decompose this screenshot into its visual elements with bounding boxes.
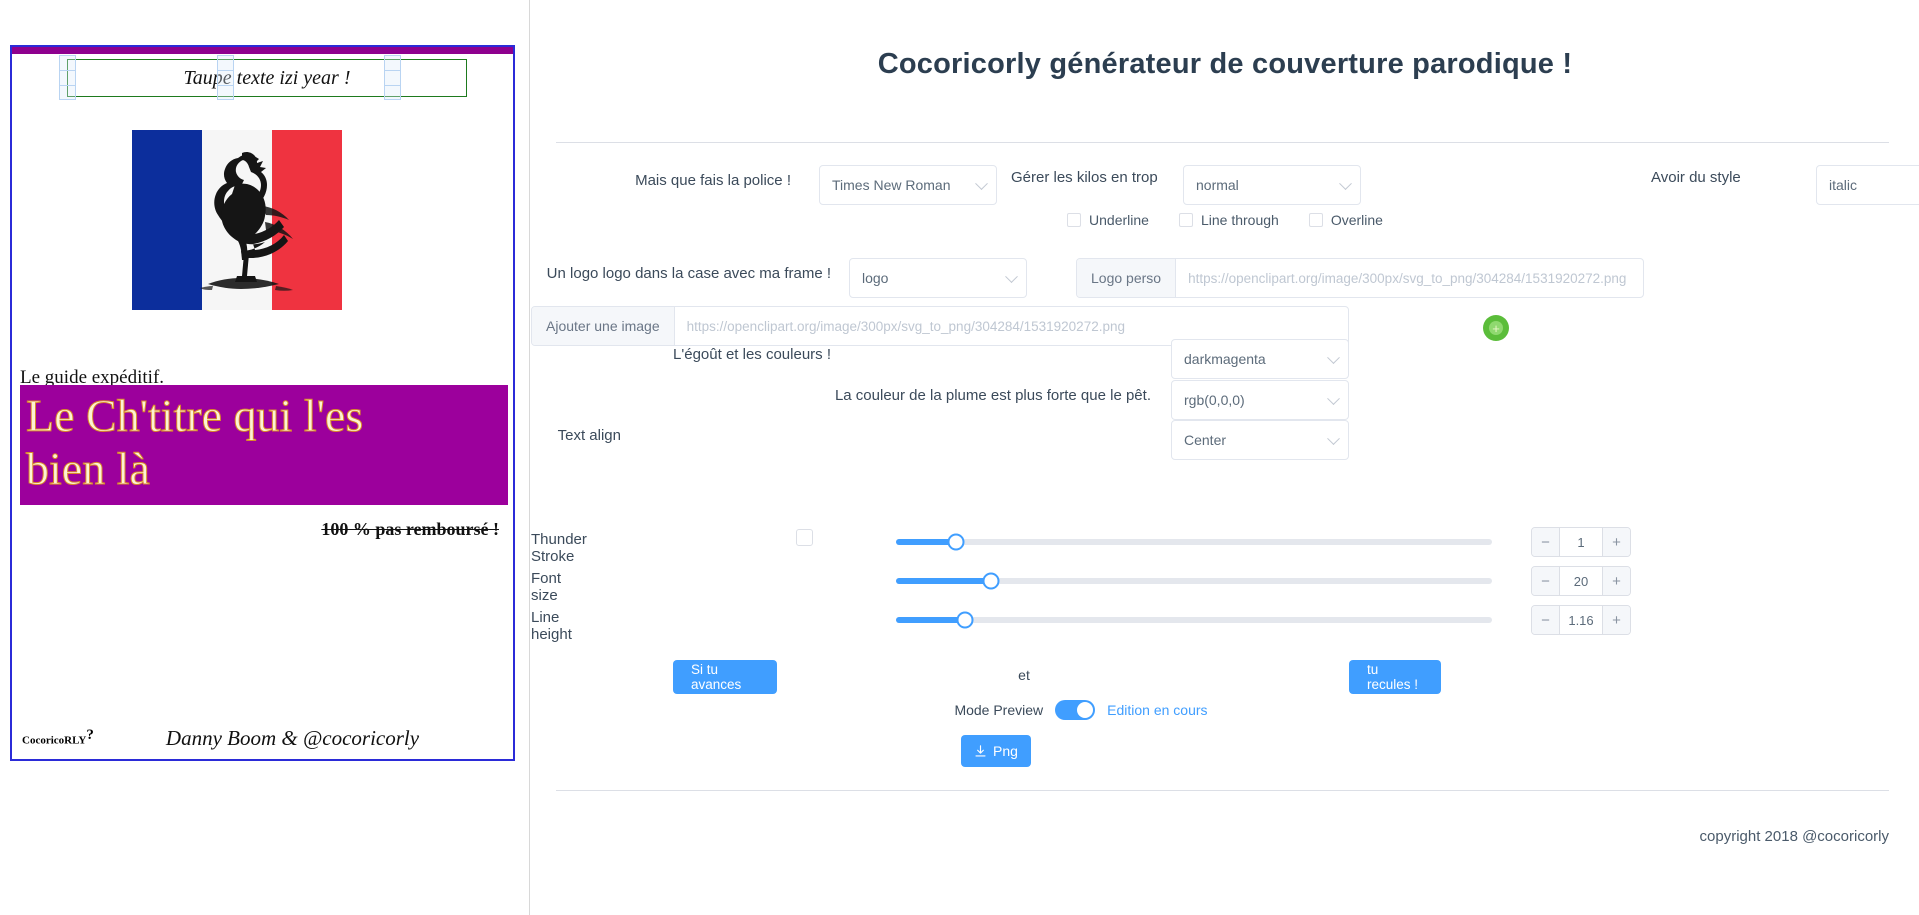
resize-handle-center[interactable] <box>217 55 234 100</box>
cover-author[interactable]: Danny Boom & @cocoricorly <box>12 726 513 751</box>
plus-icon[interactable]: + <box>1602 567 1630 595</box>
checkbox-overline[interactable]: Overline <box>1308 212 1383 228</box>
slider-knob[interactable] <box>956 611 974 629</box>
cover-preview-panel: Taupe texte izi year ! Le guide expéditi… <box>0 0 530 915</box>
chevron-down-icon <box>1327 432 1340 446</box>
line-height-value[interactable]: 1.16 <box>1560 606 1602 634</box>
slider-fill <box>896 617 966 623</box>
text-decoration-group: Underline Line through Overline <box>531 212 1919 228</box>
checkbox-box[interactable] <box>1067 213 1082 227</box>
text-align-label: Text align <box>557 427 621 444</box>
chevron-down-icon <box>1339 177 1352 191</box>
chevron-down-icon <box>1005 270 1018 284</box>
font-style-label: Avoir du style <box>1651 169 1741 186</box>
app-root: Taupe texte izi year ! Le guide expéditi… <box>0 0 1919 915</box>
headline-selection-box[interactable]: Taupe texte izi year ! <box>67 59 467 97</box>
font-size-value[interactable]: 20 <box>1560 567 1602 595</box>
slider-knob[interactable] <box>982 572 1000 590</box>
font-weight-select[interactable]: normal <box>1183 165 1361 205</box>
minus-icon[interactable]: − <box>1532 606 1560 634</box>
toggle-knob <box>1077 702 1094 718</box>
page-title: Cocoricorly générateur de couverture par… <box>877 48 1573 80</box>
resize-handle-left[interactable] <box>59 55 76 100</box>
preview-mode-label: Mode Preview <box>954 702 1044 718</box>
plus-icon[interactable]: + <box>1602 528 1630 556</box>
text-align-value: Center <box>1184 432 1227 448</box>
slider-fill <box>896 578 992 584</box>
download-png-button[interactable]: Png <box>961 735 1031 767</box>
checkbox-line-through[interactable]: Line through <box>1178 212 1279 228</box>
logo-perso-addon: Logo perso <box>1077 259 1177 297</box>
cover-card[interactable]: Taupe texte izi year ! Le guide expéditi… <box>10 45 515 761</box>
thunder-stroke-slider[interactable] <box>896 533 1492 551</box>
font-weight-value: normal <box>1196 177 1239 193</box>
preview-mode-toggle[interactable] <box>1055 700 1096 720</box>
preview-mode-state: Edition en cours <box>1107 702 1208 718</box>
logo-select[interactable]: logo <box>849 258 1027 298</box>
thunder-stroke-value[interactable]: 1 <box>1560 528 1602 556</box>
cover-title-block[interactable]: Le Ch'titre qui l'es bien là <box>20 385 508 505</box>
logo-label: Un logo logo dans la case avec ma frame … <box>546 265 831 282</box>
checkbox-label: Line through <box>1200 212 1279 228</box>
background-color-label: L'égoût et les couleurs ! <box>673 346 831 363</box>
line-height-slider[interactable] <box>896 611 1492 629</box>
font-style-select[interactable]: italic <box>1816 165 1919 205</box>
cover-title-line-2: bien là <box>26 443 151 495</box>
cover-title-line-1: Le Ch'titre qui l'es <box>26 389 364 441</box>
logo-perso-input[interactable]: https://openclipart.org/image/300px/svg_… <box>1176 259 1643 297</box>
minus-icon[interactable]: − <box>1532 528 1560 556</box>
font-style-value: italic <box>1829 177 1858 193</box>
pen-color-value: rgb(0,0,0) <box>1184 392 1245 408</box>
next-step-button[interactable]: tu recules ! <box>1349 660 1441 694</box>
chevron-down-icon <box>1327 351 1340 365</box>
background-color-select[interactable]: darkmagenta <box>1171 339 1349 379</box>
download-png-label: Png <box>993 743 1018 759</box>
rooster-icon <box>200 151 293 291</box>
editable-headline[interactable]: Taupe texte izi year ! <box>68 60 466 96</box>
font-family-value: Times New Roman <box>832 177 951 193</box>
nav-separator: et <box>1018 667 1030 683</box>
chevron-down-icon <box>975 177 988 191</box>
footer-copyright: copyright 2018 @cocoricorly <box>1699 828 1889 845</box>
thunder-stroke-label: Thunder Stroke <box>531 531 587 565</box>
font-family-select[interactable]: Times New Roman <box>819 165 997 205</box>
thunder-stroke-stepper[interactable]: − 1 + <box>1531 527 1631 557</box>
divider-bottom <box>556 790 1889 791</box>
minus-icon[interactable]: − <box>1532 567 1560 595</box>
controls-panel: Cocoricorly générateur de couverture par… <box>531 0 1919 915</box>
background-color-value: darkmagenta <box>1184 351 1266 367</box>
line-height-label: Line height <box>531 609 572 643</box>
slider-knob[interactable] <box>947 533 965 551</box>
download-icon <box>975 744 986 757</box>
logo-select-value: logo <box>862 270 889 286</box>
pen-color-select[interactable]: rgb(0,0,0) <box>1171 380 1349 420</box>
plus-glyph: + <box>1489 321 1503 335</box>
font-size-label: Font size <box>531 570 562 604</box>
checkbox-box[interactable] <box>1308 213 1323 227</box>
add-image-addon: Ajouter une image <box>532 307 675 345</box>
cover-price-note[interactable]: 100 % pas remboursé ! <box>321 519 499 540</box>
preview-mode-row: Mode Preview Edition en cours <box>531 700 1631 720</box>
plus-circle-icon[interactable]: + <box>1483 315 1509 341</box>
checkbox-label: Overline <box>1330 212 1383 228</box>
cover-top-bar <box>12 47 513 54</box>
line-height-stepper[interactable]: − 1.16 + <box>1531 605 1631 635</box>
pen-color-label: La couleur de la plume est plus forte qu… <box>834 387 1151 404</box>
divider-top <box>556 142 1889 143</box>
prev-step-button[interactable]: Si tu avances <box>673 660 777 694</box>
thunder-stroke-checkbox[interactable] <box>796 529 813 546</box>
font-size-stepper[interactable]: − 20 + <box>1531 566 1631 596</box>
checkbox-label: Underline <box>1089 212 1149 228</box>
text-align-select[interactable]: Center <box>1171 420 1349 460</box>
plus-icon[interactable]: + <box>1602 606 1630 634</box>
chevron-down-icon <box>1327 392 1340 406</box>
checkbox-underline[interactable]: Underline <box>1067 212 1149 228</box>
font-size-slider[interactable] <box>896 572 1492 590</box>
checkbox-box[interactable] <box>1178 213 1193 227</box>
french-flag-rooster-image <box>132 130 342 310</box>
font-family-label: Mais que fais la police ! <box>635 172 791 189</box>
font-weight-label: Gérer les kilos en trop <box>1011 169 1158 186</box>
logo-perso-group: Logo perso https://openclipart.org/image… <box>1076 258 1644 298</box>
resize-handle-right[interactable] <box>384 55 401 100</box>
